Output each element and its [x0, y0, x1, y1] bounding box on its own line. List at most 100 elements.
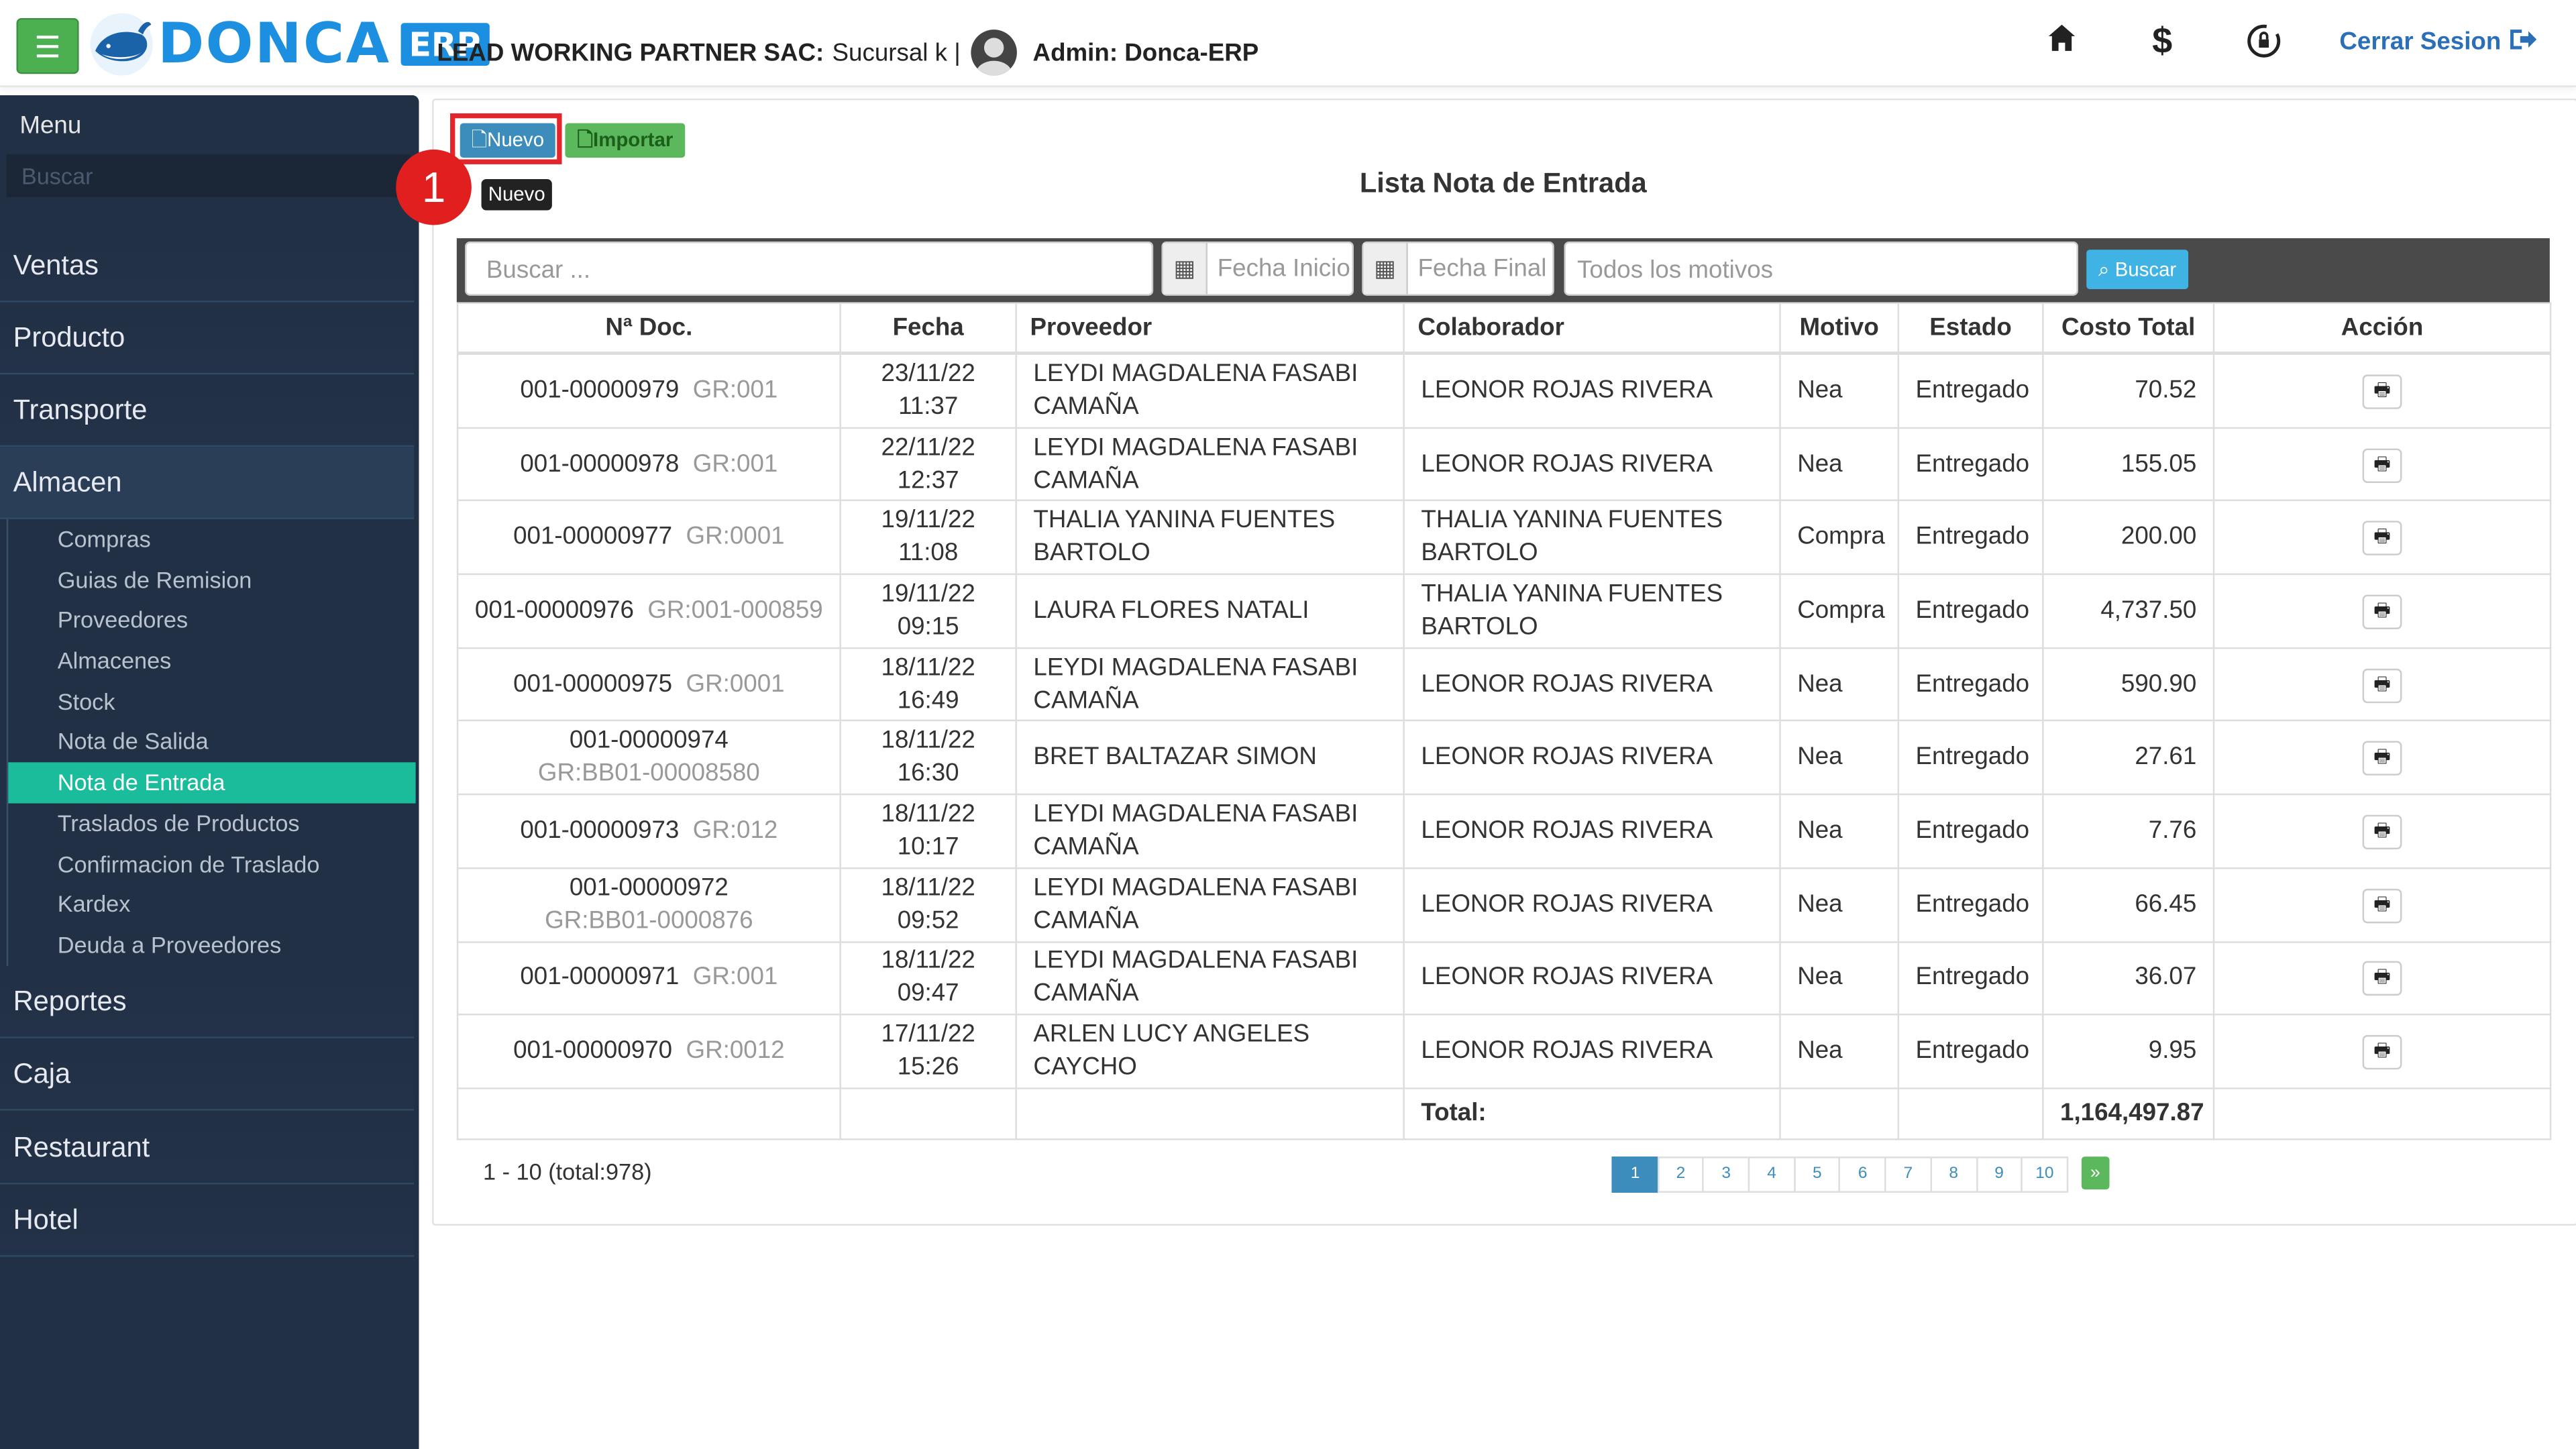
estado-cell: Entregado [1897, 352, 2044, 429]
sidebar-item-producto[interactable]: Producto [0, 302, 415, 375]
fecha-inicio-input[interactable]: ▦ Fecha Inicio [1161, 241, 1354, 296]
page-button[interactable]: 9 [1975, 1157, 2023, 1193]
guia-remision: GR:0012 [686, 1036, 785, 1065]
print-button[interactable]: 🖶 [2362, 374, 2402, 409]
print-button[interactable]: 🖶 [2362, 814, 2402, 850]
sidebar-item-reportes[interactable]: Reportes [0, 966, 415, 1038]
calendar-icon: ▦ [1163, 243, 1208, 294]
page-button[interactable]: 6 [1839, 1157, 1886, 1193]
print-button[interactable]: 🖶 [2362, 741, 2402, 776]
sidebar-item-guias-remision[interactable]: Guias de Remision [8, 559, 415, 600]
doc-cell: 001-00000974 GR:BB01-00008580 [456, 720, 841, 796]
sidebar-item-nota-entrada[interactable]: Nota de Entrada [8, 762, 416, 804]
column-header[interactable]: Costo Total [2042, 302, 2215, 355]
sidebar-item-transporte[interactable]: Transporte [0, 374, 415, 447]
nuevo-tooltip: Nuevo [481, 178, 552, 211]
branch-name: Sucursal k | [832, 38, 961, 67]
sidebar-item-caja[interactable]: Caja [0, 1038, 415, 1111]
motivo-cell: Nea [1779, 352, 1900, 429]
logout-link[interactable]: Cerrar Sesion [2339, 28, 2537, 56]
accion-cell: 🖶 [2212, 867, 2552, 943]
doc-cell: 001-00000973 GR:012 [456, 794, 841, 869]
sidebar-item-ventas[interactable]: Ventas [0, 229, 415, 303]
almacen-submenu: Compras Guias de Remision Proveedores Al… [6, 519, 416, 965]
page-button[interactable]: 10 [2021, 1157, 2068, 1193]
time-text: 15:26 [897, 1053, 959, 1081]
sidebar-item-hotel[interactable]: Hotel [0, 1184, 415, 1257]
print-button[interactable]: 🖶 [2362, 594, 2402, 629]
buscar-button[interactable]: ⌕ Buscar [2086, 250, 2189, 290]
page-button[interactable]: 5 [1793, 1157, 1841, 1193]
next-page-button[interactable]: » [2081, 1157, 2110, 1190]
page-title: Lista Nota de Entrada [1359, 167, 1647, 199]
page-button[interactable]: 4 [1748, 1157, 1796, 1193]
column-header[interactable]: Nª Doc. [456, 302, 841, 355]
print-button[interactable]: 🖶 [2362, 888, 2402, 923]
table-row: 001-00000973 GR:012 18/11/22 10:17 LEYDI MA… [456, 794, 2552, 869]
search-input[interactable]: Buscar ... [465, 241, 1154, 296]
doc-number: 001-00000970 [513, 1036, 673, 1065]
colaborador-cell: LEONOR ROJAS RIVERA [1403, 941, 1781, 1016]
sidebar-item-restaurant[interactable]: Restaurant [0, 1112, 415, 1185]
column-header[interactable]: Estado [1897, 302, 2044, 355]
page-button[interactable]: 8 [1930, 1157, 1978, 1193]
importar-button[interactable]: 🗋Importar [565, 123, 686, 158]
time-text: 16:30 [897, 759, 959, 788]
page-button[interactable]: 2 [1657, 1157, 1705, 1193]
column-header[interactable]: Motivo [1779, 302, 1900, 355]
fecha-final-input[interactable]: ▦ Fecha Final [1362, 241, 1554, 296]
lock-rotate-icon[interactable] [2246, 23, 2282, 69]
print-icon: 🖶 [2373, 968, 2391, 988]
colaborador-cell: LEONOR ROJAS RIVERA [1403, 794, 1781, 869]
sidebar-item-almacenes[interactable]: Almacenes [8, 641, 415, 681]
page-button[interactable]: 1 [1611, 1157, 1659, 1193]
sidebar-item-traslados[interactable]: Traslados de Productos [8, 803, 415, 843]
dollar-icon[interactable]: $ [2152, 19, 2172, 62]
total-row: Total: 1,164,497.87 [456, 1087, 2552, 1140]
sidebar-item-deuda-proveedores[interactable]: Deuda a Proveedores [8, 924, 415, 965]
sidebar-item-nota-salida[interactable]: Nota de Salida [8, 722, 415, 762]
column-header[interactable]: Proveedor [1015, 302, 1405, 355]
company-info: LEAD WORKING PARTNER SAC: Sucursal k | A… [437, 30, 1258, 76]
print-button[interactable]: 🖶 [2362, 961, 2402, 996]
home-icon[interactable] [2047, 23, 2076, 62]
print-button[interactable]: 🖶 [2362, 447, 2402, 482]
proveedor-cell: LEYDI MAGDALENA FASABI CAMAÑA [1015, 794, 1405, 869]
sidebar-menu-title: Menu [19, 111, 82, 140]
column-header[interactable]: Fecha [839, 302, 1017, 355]
colaborador-cell: LEONOR ROJAS RIVERA [1403, 647, 1781, 722]
print-button[interactable]: 🖶 [2362, 521, 2402, 556]
page-button[interactable]: 7 [1884, 1157, 1932, 1193]
time-text: 11:08 [898, 539, 959, 568]
step-badge: 1 [396, 149, 472, 225]
fecha-cell: 19/11/22 11:08 [839, 500, 1017, 576]
costo-cell: 66.45 [2042, 867, 2215, 943]
doc-number: 001-00000975 [513, 669, 673, 698]
logout-icon [2510, 30, 2536, 50]
sidebar-item-stock[interactable]: Stock [8, 682, 415, 722]
motivo-cell: Nea [1779, 426, 1900, 502]
sidebar-search-input[interactable]: Buscar [6, 154, 411, 197]
column-header[interactable]: Acción [2212, 302, 2552, 355]
menu-toggle-button[interactable]: ☰ [16, 17, 79, 74]
guia-remision: GR:001-000859 [647, 596, 823, 625]
sidebar-item-kardex[interactable]: Kardex [8, 884, 415, 924]
page-button[interactable]: 3 [1703, 1157, 1750, 1193]
sidebar-item-confirmacion-traslado[interactable]: Confirmacion de Traslado [8, 844, 415, 884]
estado-cell: Entregado [1897, 500, 2044, 576]
fecha-cell: 23/11/22 11:37 [839, 352, 1017, 429]
time-text: 09:52 [897, 906, 959, 934]
motivo-cell: Nea [1779, 867, 1900, 943]
highlight-box [450, 113, 562, 164]
print-button[interactable]: 🖶 [2362, 667, 2402, 703]
filter-bar: Buscar ... ▦ Fecha Inicio ▦ Fecha Final … [456, 238, 2550, 303]
sidebar-item-compras[interactable]: Compras [8, 519, 415, 559]
doc-cell: 001-00000977 GR:0001 [456, 500, 841, 576]
accion-cell: 🖶 [2212, 1014, 2552, 1089]
sidebar-item-proveedores[interactable]: Proveedores [8, 600, 415, 641]
column-header[interactable]: Colaborador [1403, 302, 1781, 355]
total-label: Total: [1403, 1087, 1781, 1140]
motivo-select[interactable]: Todos los motivos [1564, 241, 2078, 296]
sidebar-item-almacen[interactable]: Almacen [0, 447, 415, 519]
print-button[interactable]: 🖶 [2362, 1034, 2402, 1070]
